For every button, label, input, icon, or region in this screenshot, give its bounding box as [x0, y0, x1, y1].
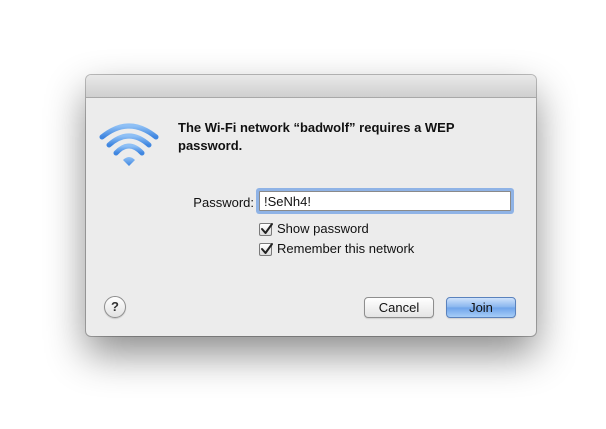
help-button[interactable]: ? [104, 296, 126, 318]
password-label: Password: [193, 195, 254, 210]
checkmark-icon [261, 242, 273, 254]
remember-network-label[interactable]: Remember this network [277, 241, 414, 257]
password-input[interactable] [259, 191, 511, 211]
checkmark-icon [261, 222, 273, 234]
dialog-titlebar[interactable] [86, 75, 536, 98]
join-button[interactable]: Join [446, 297, 516, 318]
remember-network-checkbox[interactable] [259, 242, 273, 256]
wifi-password-dialog: The Wi-Fi network “badwolf” requires a W… [86, 75, 536, 336]
show-password-label[interactable]: Show password [277, 221, 369, 237]
remember-network-option[interactable]: Remember this network [259, 241, 414, 257]
show-password-checkbox[interactable] [259, 222, 273, 236]
show-password-option[interactable]: Show password [259, 221, 369, 237]
wifi-icon [98, 119, 160, 167]
cancel-button[interactable]: Cancel [364, 297, 434, 318]
dialog-message: The Wi-Fi network “badwolf” requires a W… [178, 120, 455, 153]
